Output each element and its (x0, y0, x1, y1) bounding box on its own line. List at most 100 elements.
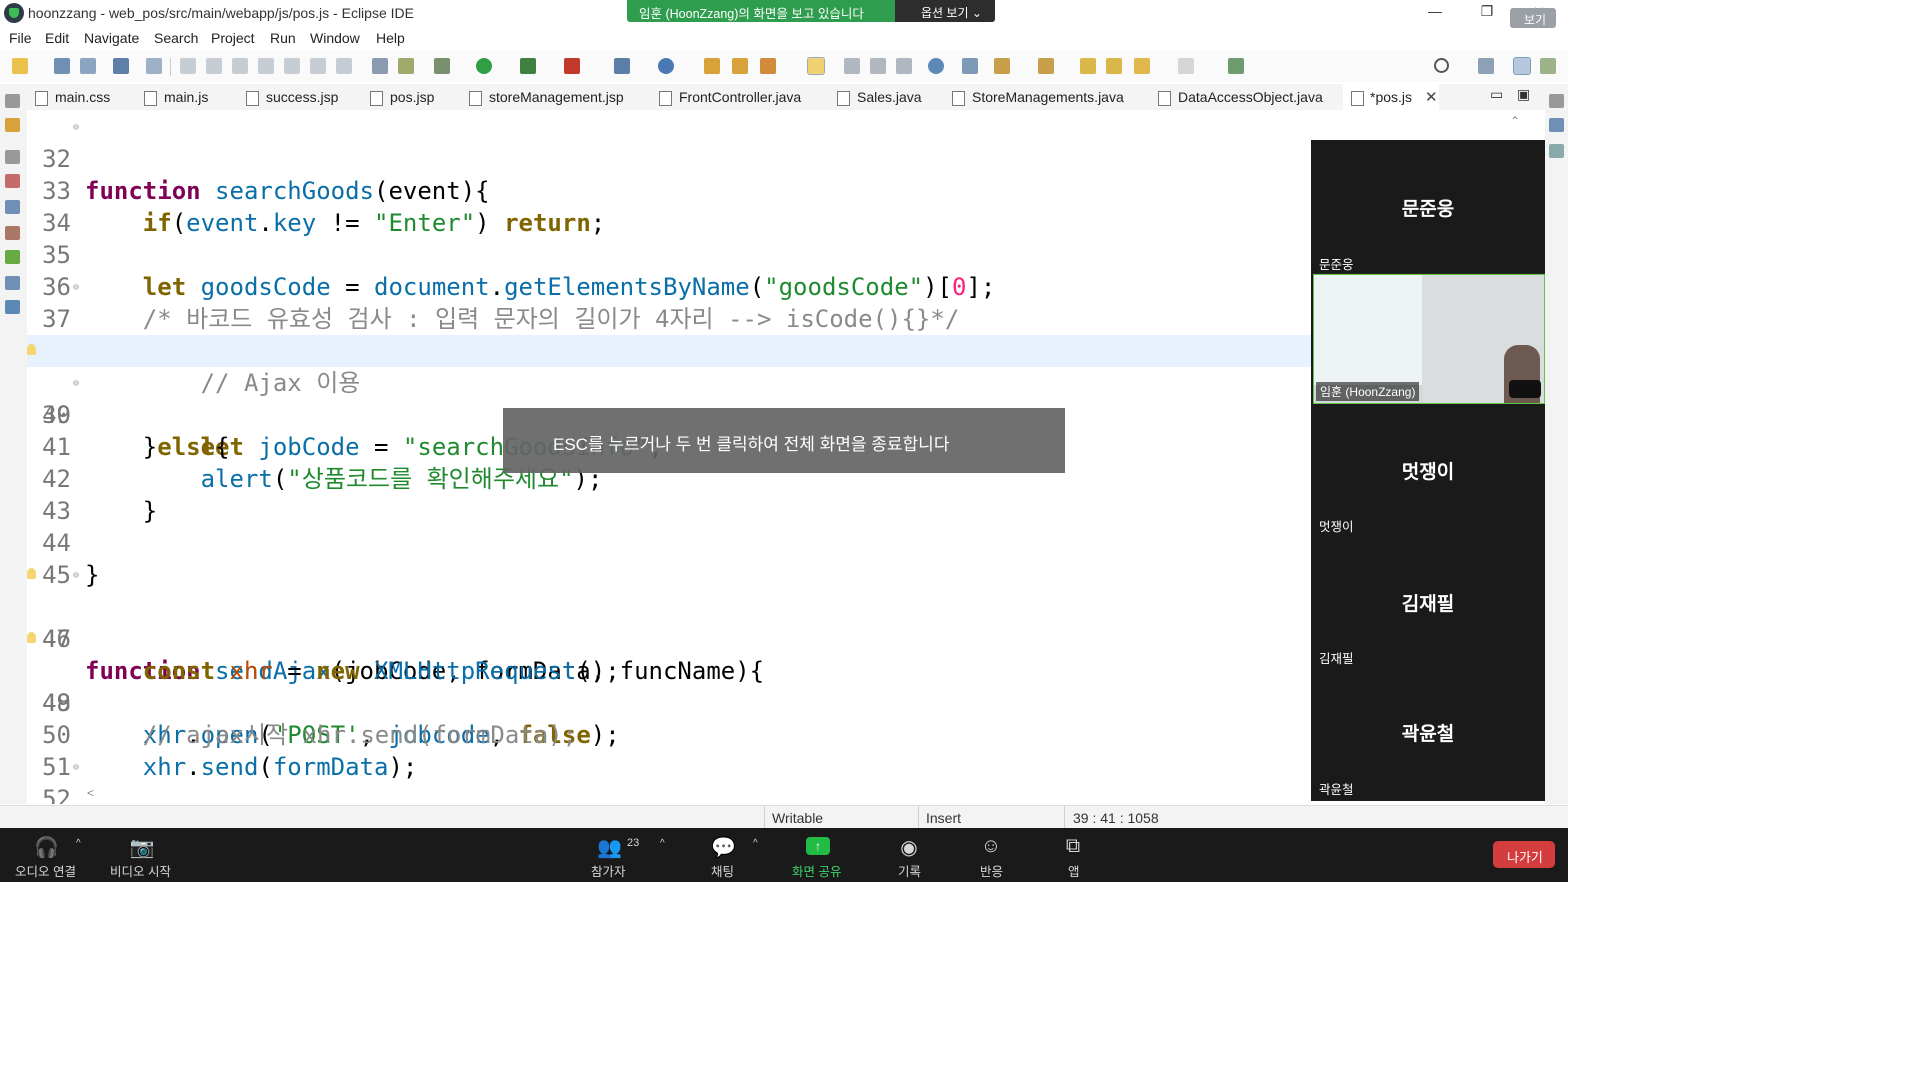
apps-button[interactable]: ⧉ 앱 (1058, 828, 1092, 882)
menu-window[interactable]: Window (310, 30, 360, 46)
close-tab-icon[interactable]: ✕ (1425, 88, 1438, 106)
project-explorer-icon[interactable] (5, 118, 20, 132)
tab-success-jsp[interactable]: success.jsp (246, 84, 356, 110)
resume-icon[interactable] (180, 58, 196, 74)
search-icon[interactable] (1434, 58, 1449, 73)
warning-marker-icon[interactable] (27, 632, 36, 643)
previous-annotation-icon[interactable] (1038, 58, 1054, 74)
word-wrap-icon[interactable] (870, 58, 886, 74)
fold-icon[interactable]: ⊖ (73, 571, 79, 581)
restore-icon[interactable] (5, 94, 20, 108)
last-edit-icon[interactable] (962, 58, 978, 74)
restore-icon[interactable] (5, 150, 20, 164)
participant-tile[interactable]: 멋쟁이 멋쟁이 (1311, 405, 1545, 539)
fold-icon[interactable]: ⊖ (73, 283, 79, 293)
reactions-button[interactable]: ☺ 반응 (972, 828, 1012, 882)
tab-main-css[interactable]: main.css (35, 84, 135, 110)
participants-button[interactable]: 👥 23 ^ 참가자 (585, 828, 675, 882)
pin-editor-icon[interactable] (1228, 58, 1244, 74)
leave-meeting-button[interactable]: 나가기 (1493, 841, 1555, 868)
forward-icon[interactable] (1178, 58, 1194, 74)
step-into-icon[interactable] (284, 58, 300, 74)
markers-icon[interactable] (5, 250, 20, 264)
menu-run[interactable]: Run (270, 30, 296, 46)
view-options-button[interactable]: 옵션 보기 ⌄ (895, 0, 995, 22)
external-tools-icon[interactable] (564, 58, 580, 74)
search-tool-icon[interactable] (760, 58, 776, 74)
chat-options-caret-icon[interactable]: ^ (753, 838, 758, 849)
menu-search[interactable]: Search (154, 30, 198, 46)
status-cursor-position[interactable]: 39 : 41 : 1058 (1073, 810, 1159, 826)
participants-options-caret-icon[interactable]: ^ (660, 838, 665, 849)
video-button[interactable]: 📷 비디오 시작 (105, 828, 185, 882)
tab-pos-js[interactable]: *pos.js ✕ (1343, 84, 1439, 110)
outline-view-icon[interactable] (1549, 118, 1564, 132)
participant-tile[interactable]: 곽윤철 곽윤철 (1311, 669, 1545, 801)
minimize-button[interactable]: — (1420, 3, 1450, 23)
save-all-icon[interactable] (80, 58, 96, 74)
open-perspective-icon[interactable] (1478, 58, 1494, 74)
audio-button[interactable]: 🎧 ^ 오디오 연결 (10, 828, 90, 882)
run-icon[interactable] (476, 58, 492, 74)
properties-icon[interactable] (5, 276, 20, 290)
fold-icon[interactable]: ⊖ (73, 763, 79, 773)
disconnect-icon[interactable] (258, 58, 274, 74)
scroll-left-icon[interactable]: < (87, 786, 94, 800)
scroll-up-icon[interactable]: ⌃ (1510, 114, 1520, 128)
participant-video[interactable]: 임훈 (HoonZzang) (1313, 274, 1545, 404)
restore-icon[interactable] (1549, 94, 1564, 108)
coverage-icon[interactable] (520, 58, 536, 74)
audio-options-caret-icon[interactable]: ^ (76, 838, 81, 849)
back-icon[interactable] (1134, 58, 1150, 74)
task-view-icon[interactable] (1549, 144, 1564, 158)
participant-tile[interactable]: 김재필 김재필 (1311, 538, 1545, 670)
horizontal-scrollbar[interactable]: < (87, 786, 1317, 800)
skip-breakpoints-icon[interactable] (146, 58, 162, 74)
tab-dataaccessobject-java[interactable]: DataAccessObject.java (1158, 84, 1338, 110)
record-button[interactable]: ◉ 기록 (890, 828, 930, 882)
back-history-icon[interactable] (1080, 58, 1096, 74)
tab-main-js[interactable]: main.js (144, 84, 234, 110)
chat-button[interactable]: 💬 ^ 채팅 (705, 828, 765, 882)
maximize-editor-icon[interactable]: ▣ (1517, 86, 1530, 103)
debug-icon[interactable] (434, 58, 450, 74)
highlight-occurrences-icon[interactable] (807, 57, 825, 75)
use-step-filters-icon[interactable] (372, 58, 388, 74)
fold-icon[interactable]: ⊖ (73, 379, 79, 389)
debug-perspective-icon[interactable] (1540, 58, 1556, 74)
task-list-icon[interactable] (5, 226, 20, 240)
fold-icon[interactable]: ⊖ (73, 123, 79, 133)
toggle-block-selection-icon[interactable] (844, 58, 860, 74)
tab-pos-jsp[interactable]: pos.jsp (370, 84, 460, 110)
tab-storemanagements-java[interactable]: StoreManagements.java (952, 84, 1142, 110)
menu-navigate[interactable]: Navigate (84, 30, 139, 46)
warning-marker-icon[interactable] (27, 568, 36, 579)
terminate-icon[interactable] (232, 58, 248, 74)
new-java-class-icon[interactable] (658, 58, 674, 74)
new-icon[interactable] (12, 58, 28, 74)
share-screen-button[interactable]: ↑ 화면 공유 (790, 828, 850, 882)
servers-icon[interactable] (5, 174, 20, 188)
open-task-icon[interactable] (732, 58, 748, 74)
maximize-button[interactable]: ❐ (1472, 3, 1502, 23)
tab-frontcontroller-java[interactable]: FrontController.java (659, 84, 829, 110)
step-return-icon[interactable] (336, 58, 352, 74)
menu-help[interactable]: Help (376, 30, 405, 46)
web-browser-icon[interactable] (928, 58, 944, 74)
save-icon[interactable] (54, 58, 70, 74)
next-annotation-icon[interactable] (994, 58, 1010, 74)
toggle-mark-icon[interactable] (398, 58, 414, 74)
forward-history-icon[interactable] (1106, 58, 1122, 74)
menu-edit[interactable]: Edit (45, 30, 69, 46)
step-over-icon[interactable] (310, 58, 326, 74)
terminal-icon[interactable] (113, 58, 129, 74)
menu-project[interactable]: Project (211, 30, 255, 46)
participant-tile[interactable]: 문준웅 문준웅 (1311, 140, 1545, 274)
new-server-icon[interactable] (614, 58, 630, 74)
menu-file[interactable]: File (9, 30, 32, 46)
view-mode-button[interactable]: 보기 (1510, 8, 1556, 28)
show-whitespace-icon[interactable] (896, 58, 912, 74)
tab-storemanagement-jsp[interactable]: storeManagement.jsp (469, 84, 639, 110)
java-ee-perspective-icon[interactable] (1513, 57, 1531, 75)
status-insert-mode[interactable]: Insert (926, 810, 961, 826)
